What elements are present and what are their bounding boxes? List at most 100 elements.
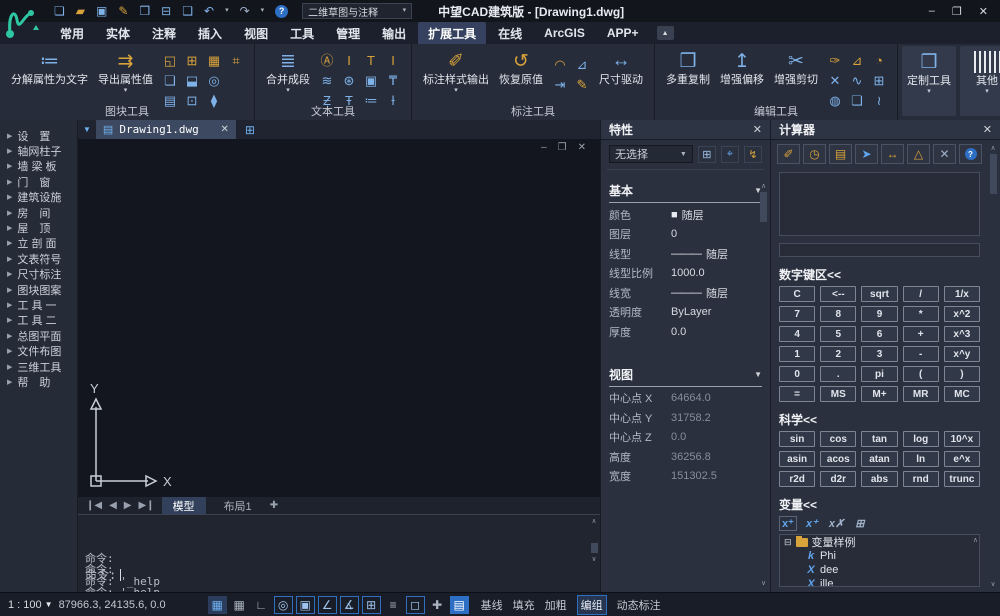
calc-key[interactable]: +	[903, 326, 939, 342]
properties-scrollbar[interactable]: ∧ ∨	[759, 182, 768, 587]
calc-paste-icon[interactable]: ▤	[829, 144, 852, 164]
sidebar-item[interactable]: ▶ 轴网柱子	[0, 143, 77, 158]
dynamic-input-icon[interactable]: ▤	[450, 596, 469, 614]
sidebar-item[interactable]: ▶ 工 具 二	[0, 313, 77, 328]
calc-key[interactable]: 6	[861, 326, 897, 342]
calc-key[interactable]: pi	[861, 366, 897, 382]
document-tab[interactable]: ▤ Drawing1.dwg ✕	[96, 120, 236, 139]
tab-online[interactable]: 在线	[488, 22, 532, 45]
variable-item[interactable]: X dee	[780, 563, 979, 577]
calc-key[interactable]: cos	[820, 431, 856, 447]
new-icon[interactable]: ❏	[54, 4, 65, 18]
undo-icon[interactable]: ↶	[204, 4, 214, 18]
calc-key[interactable]: (	[903, 366, 939, 382]
calculator-return-icon[interactable]: ⊞	[853, 517, 866, 530]
calc-key[interactable]: e^x	[944, 451, 980, 467]
calc-key[interactable]: atan	[861, 451, 897, 467]
calc-key[interactable]: 2	[820, 346, 856, 362]
tool-icon[interactable]: T	[363, 51, 379, 70]
calc-key[interactable]: 3	[861, 346, 897, 362]
prev-layout-icon[interactable]: ◀	[109, 500, 117, 511]
tab-annotate[interactable]: 注释	[142, 22, 186, 45]
tool-icon[interactable]: ⊿	[849, 51, 865, 70]
tool-icon[interactable]: ❏	[162, 71, 178, 90]
redo-dropdown-icon[interactable]: ▾	[261, 4, 265, 18]
calc-key[interactable]: log	[903, 431, 939, 447]
scroll-down-icon[interactable]: ∨	[759, 579, 768, 587]
new-document-icon[interactable]: ⊞	[245, 123, 255, 137]
first-layout-icon[interactable]: ❙◀	[86, 500, 102, 511]
calc-key[interactable]: rnd	[903, 471, 939, 487]
scroll-down-icon[interactable]: ∨	[988, 580, 998, 588]
sidebar-item[interactable]: ▶ 三维工具	[0, 359, 77, 374]
calc-key[interactable]: -	[903, 346, 939, 362]
quick-select-icon[interactable]: ⊞	[698, 146, 716, 163]
doc-list-dropdown-icon[interactable]: ▼	[83, 125, 91, 134]
calc-key[interactable]: MS	[820, 386, 856, 402]
tree-scroll-up-icon[interactable]: ∧	[973, 536, 978, 544]
sidebar-item[interactable]: ▶ 设 置	[0, 128, 77, 143]
sidebar-item[interactable]: ▶ 工 具 一	[0, 297, 77, 312]
next-layout-icon[interactable]: ▶	[124, 500, 132, 511]
calc-key[interactable]: 9	[861, 306, 897, 322]
angle-snap-icon[interactable]: ∠	[318, 596, 337, 614]
tab-insert[interactable]: 插入	[188, 22, 232, 45]
calc-key[interactable]: acos	[820, 451, 856, 467]
tab-home[interactable]: 常用	[50, 22, 94, 45]
tab-model[interactable]: 模型	[162, 497, 206, 514]
lineweight-icon[interactable]: ≡	[384, 596, 403, 614]
tool-icon[interactable]: ▣	[363, 71, 379, 90]
tool-icon[interactable]: Ⓐ	[319, 51, 335, 70]
tab-output[interactable]: 输出	[372, 22, 416, 45]
doc-restore-icon[interactable]: ❐	[558, 142, 567, 153]
command-input[interactable]: 命令:	[78, 563, 600, 586]
calc-key[interactable]: 1/x	[944, 286, 980, 302]
numpad-section-header[interactable]: 数字键区<<	[779, 266, 992, 283]
toggle-group[interactable]: 编组	[577, 595, 607, 615]
sidebar-item[interactable]: ▶ 总图平面	[0, 328, 77, 343]
dim-style-output-button[interactable]: ✐ 标注样式输出 ▾	[418, 47, 494, 96]
variables-section-header[interactable]: 变量<<	[779, 496, 992, 513]
calc-key[interactable]: tan	[861, 431, 897, 447]
custom-tools-button[interactable]: ❒ 定制工具 ▾	[902, 46, 956, 116]
add-layout-icon[interactable]: ✚	[270, 500, 278, 511]
calc-key[interactable]: asin	[779, 451, 815, 467]
calc-key[interactable]: d2r	[820, 471, 856, 487]
batch-plot-icon[interactable]: ❒	[139, 4, 150, 18]
tab-arcgis[interactable]: ArcGIS	[534, 23, 595, 43]
dim-drive-button[interactable]: ↔ 尺寸驱动	[594, 47, 648, 88]
enhanced-trim-button[interactable]: ✂ 增强剪切	[769, 47, 823, 88]
calculator-input[interactable]	[779, 243, 980, 257]
calc-clear-icon[interactable]: ✐	[777, 144, 800, 164]
tree-collapse-icon[interactable]: ⊟	[784, 537, 792, 548]
doc-close-icon[interactable]: ✕	[578, 142, 586, 153]
calc-help-icon[interactable]: ?	[959, 144, 982, 164]
sidebar-item[interactable]: ▶ 屋 顶	[0, 220, 77, 235]
tool-icon[interactable]: ◎	[206, 71, 222, 90]
scroll-thumb[interactable]	[760, 192, 767, 222]
sidebar-item[interactable]: ▶ 墙 梁 板	[0, 159, 77, 174]
selection-cycling-icon[interactable]: ◻	[406, 596, 425, 614]
tab-manage[interactable]: 管理	[326, 22, 370, 45]
toggle-baseline[interactable]: 基线	[481, 597, 503, 613]
calc-key[interactable]: /	[903, 286, 939, 302]
calc-angle-icon[interactable]: △	[907, 144, 930, 164]
calc-key[interactable]: x^y	[944, 346, 980, 362]
multi-copy-button[interactable]: ❒ 多重复制	[661, 47, 715, 88]
calc-key[interactable]: 7	[779, 306, 815, 322]
calc-key[interactable]: 10^x	[944, 431, 980, 447]
osnap-icon[interactable]: ◎	[274, 596, 293, 614]
merge-paragraph-button[interactable]: ≣ 合并成段 ▾	[261, 47, 315, 96]
ortho-icon[interactable]: ∟	[252, 596, 271, 614]
scale-dropdown-icon[interactable]: ▼	[45, 600, 53, 609]
section-basic-header[interactable]: 基本 ▼	[609, 182, 762, 203]
scroll-up-icon[interactable]: ∧	[759, 182, 768, 190]
calc-key[interactable]: M+	[861, 386, 897, 402]
scroll-thumb[interactable]	[591, 543, 598, 553]
command-line-panel[interactable]: 命令:命令:命令: '_help命令: '_help 命令: ∧ ∨	[78, 514, 600, 592]
calc-key[interactable]: x^3	[944, 326, 980, 342]
variable-item[interactable]: X ille	[780, 577, 979, 587]
export-attr-button[interactable]: ⇉ 导出属性值 ▾	[93, 47, 158, 96]
sidebar-item[interactable]: ▶ 立 剖 面	[0, 236, 77, 251]
grid-icon[interactable]: ▦	[208, 596, 227, 614]
